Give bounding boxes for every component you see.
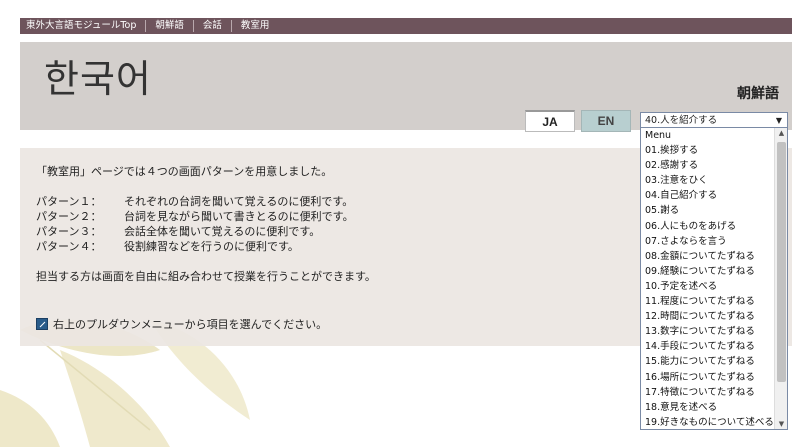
page-title: 한국어 [44,57,152,101]
dropdown-option[interactable]: 16.場所についてたずねる [641,370,775,385]
lesson-select-value: 40.人を紹介する [645,115,718,126]
dropdown-scrollbar[interactable]: ▲ ▼ [774,128,787,429]
dropdown-option[interactable]: 06.人にものをあげる [641,219,775,234]
dropdown-option[interactable]: 11.程度についてたずねる [641,294,775,309]
dropdown-option[interactable]: 08.金額についてたずねる [641,249,775,264]
menu-instruction-link[interactable]: 右上のプルダウンメニューから項目を選んでください。 [36,316,327,332]
dropdown-option[interactable]: 01.挨拶する [641,143,775,158]
intro-text: 「教室用」ページでは４つの画面パターンを用意しました。 [36,165,333,178]
dropdown-option[interactable]: 04.自己紹介する [641,188,775,203]
dropdown-option[interactable]: 10.予定を述べる [641,279,775,294]
dropdown-option[interactable]: 05.謝る [641,203,775,218]
dropdown-option[interactable]: 14.手段についてたずねる [641,339,775,354]
dropdown-option[interactable]: 13.数字についてたずねる [641,324,775,339]
pattern-text: 役割練習などを行うのに便利です。 [124,240,299,253]
dropdown-option[interactable]: 15.能力についてたずねる [641,354,775,369]
lesson-dropdown-list[interactable]: Menu 01.挨拶する 02.感謝する 03.注意をひく 04.自己紹介する … [640,127,788,430]
dropdown-option[interactable]: 19.好きなものについて述べる [641,415,775,429]
nav-link-classroom[interactable]: 教室用 [232,20,279,32]
external-link-icon [36,318,48,330]
pattern-label: パターン３： [36,225,102,238]
pattern-text: 台詞を見ながら聞いて書きとるのに便利です。 [124,210,354,223]
dropdown-option[interactable]: 07.さよならを言う [641,234,775,249]
dropdown-option[interactable]: Menu [641,128,775,143]
pattern-label: パターン１： [36,195,102,208]
dropdown-arrow-icon: ▼ [775,116,782,125]
pattern-label: パターン４： [36,240,102,253]
top-navigation-bar: 東外大言語モジュールTop 朝鮮語 会話 教室用 [20,18,792,34]
instructor-note: 担当する方は画面を自由に組み合わせて授業を行うことができます。 [36,270,376,283]
en-language-button[interactable]: EN [581,110,631,132]
menu-instruction-text[interactable]: 右上のプルダウンメニューから項目を選んでください。 [53,316,327,332]
pattern-text: 会話全体を聞いて覚えるのに便利です。 [124,225,321,238]
dropdown-option[interactable]: 02.感謝する [641,158,775,173]
dropdown-option[interactable]: 09.経験についてたずねる [641,264,775,279]
pattern-row-3: パターン３： 会話全体を聞いて覚えるのに便利です。 [36,224,320,239]
nav-link-conversation[interactable]: 会話 [194,20,232,32]
scroll-down-icon[interactable]: ▼ [775,420,787,428]
pattern-row-1: パターン１： それぞれの台詞を聞いて覚えるのに便利です。 [36,194,353,209]
nav-link-top[interactable]: 東外大言語モジュールTop [20,20,147,32]
ja-language-button[interactable]: JA [525,110,575,132]
language-label: 朝鮮語 [737,86,779,102]
scrollbar-thumb[interactable] [777,142,786,382]
scroll-up-icon[interactable]: ▲ [775,129,787,137]
pattern-text: それぞれの台詞を聞いて覚えるのに便利です。 [124,195,354,208]
nav-link-korean[interactable]: 朝鮮語 [146,20,194,32]
dropdown-option[interactable]: 17.特徴についてたずねる [641,385,775,400]
pattern-row-4: パターン４： 役割練習などを行うのに便利です。 [36,239,299,254]
dropdown-option[interactable]: 03.注意をひく [641,173,775,188]
pattern-row-2: パターン２： 台詞を見ながら聞いて書きとるのに便利です。 [36,209,354,224]
dropdown-option[interactable]: 12.時間についてたずねる [641,309,775,324]
pattern-label: パターン２： [36,210,102,223]
dropdown-option[interactable]: 18.意見を述べる [641,400,775,415]
